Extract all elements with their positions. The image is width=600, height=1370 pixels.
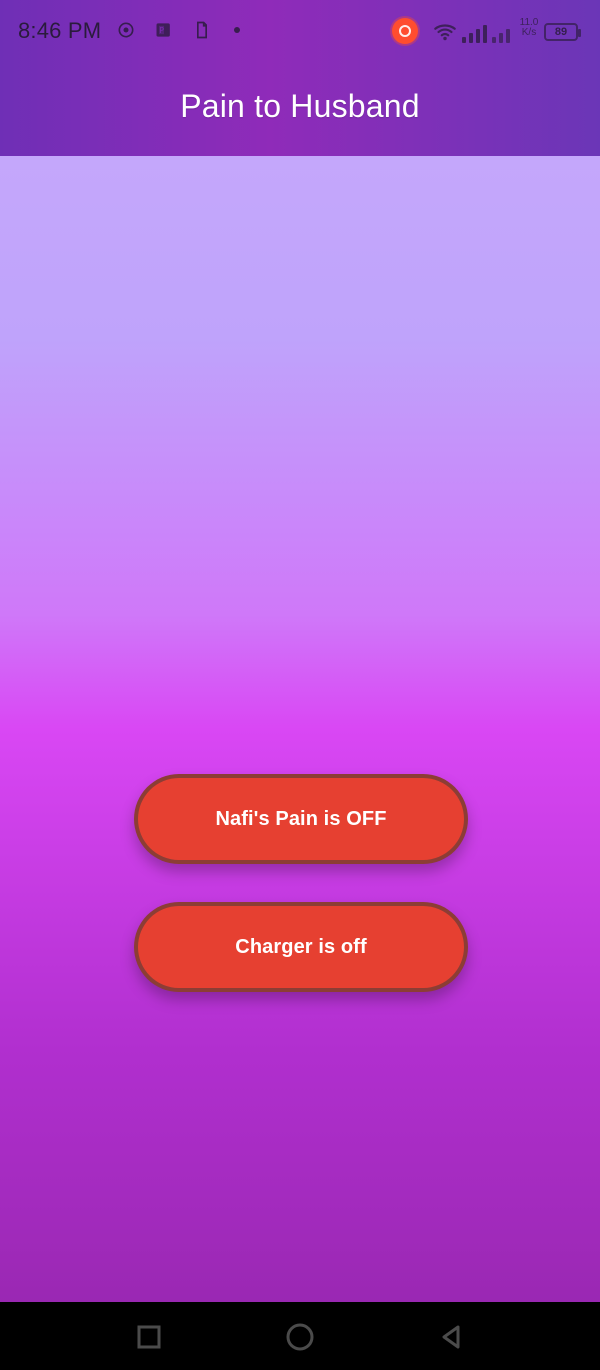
home-button[interactable] — [283, 1320, 317, 1354]
main-content: Nafi's Pain is OFF Charger is off — [0, 156, 600, 1302]
charger-toggle-label: Charger is off — [235, 935, 367, 958]
battery-icon: 89 — [544, 23, 581, 41]
charger-toggle-button[interactable]: Charger is off — [134, 902, 468, 992]
app-title: Pain to Husband — [180, 88, 420, 124]
cellular-signal-icon — [460, 21, 514, 45]
powerpoint-icon: P — [154, 20, 174, 40]
navigation-bar — [0, 1302, 600, 1370]
screen-record-icon — [116, 20, 136, 40]
network-speed: 11.0 K/s — [519, 17, 539, 38]
recents-button[interactable] — [132, 1320, 166, 1354]
file-icon — [192, 20, 212, 40]
wifi-icon — [432, 19, 458, 45]
network-indicators: 11.0 K/s 89 — [432, 18, 582, 46]
pain-toggle-label: Nafi's Pain is OFF — [215, 807, 387, 830]
battery-level: 89 — [554, 26, 568, 38]
svg-text:P: P — [159, 26, 164, 35]
status-bar: 8:46 PM P 11.0 K/s 89 — [0, 0, 600, 64]
status-time: 8:46 PM — [18, 18, 102, 43]
pain-toggle-button[interactable]: Nafi's Pain is OFF — [134, 774, 468, 864]
recents-icon — [137, 1325, 161, 1349]
back-button[interactable] — [434, 1320, 468, 1354]
home-icon — [286, 1323, 314, 1351]
record-indicator-icon — [392, 18, 418, 44]
back-icon — [442, 1325, 460, 1349]
dot-icon — [232, 25, 242, 35]
top-bar: 8:46 PM P 11.0 K/s 89 Pain to Husband — [0, 0, 600, 156]
